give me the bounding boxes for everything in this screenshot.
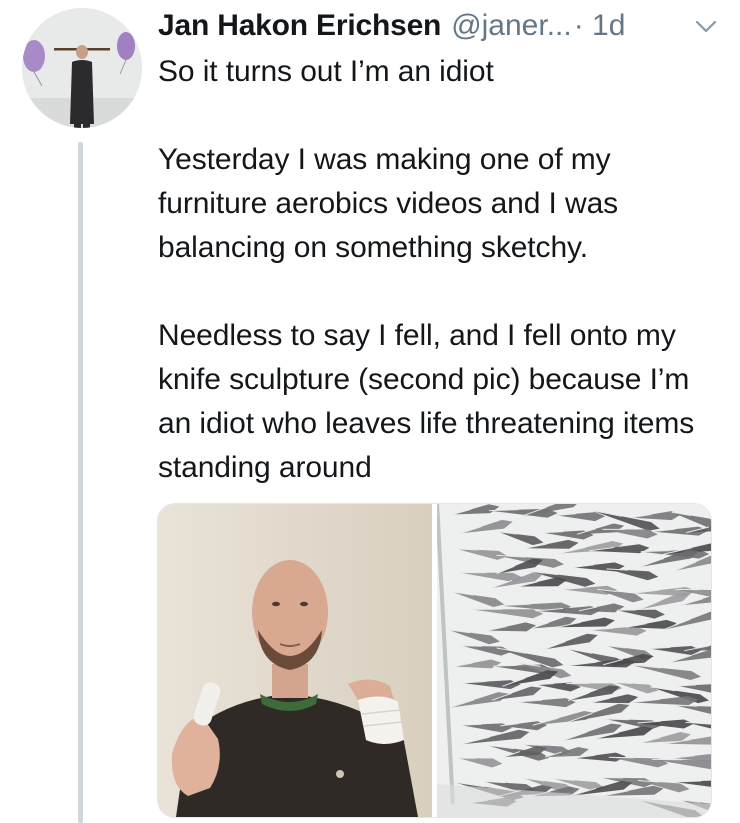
- chevron-down-icon[interactable]: [694, 14, 718, 38]
- man-photo-icon: [158, 504, 432, 817]
- avatar-photo-icon: [22, 8, 142, 128]
- avatar[interactable]: [22, 8, 142, 128]
- media-photo-man-bandaged[interactable]: [158, 504, 432, 817]
- tweet-paragraph: Needless to say I fell, and I fell onto …: [158, 319, 695, 484]
- tweet-text: So it turns out I’m an idiot Yesterday I…: [158, 50, 718, 490]
- tweet-timestamp[interactable]: · 1d: [574, 9, 626, 43]
- knife-sculpture-photo-icon: [437, 504, 711, 817]
- author-display-name[interactable]: Jan Hakon Erichsen: [158, 9, 441, 43]
- author-handle[interactable]: @janer...: [451, 9, 572, 43]
- media-photo-knife-sculpture[interactable]: [437, 504, 711, 817]
- tweet-paragraph: So it turns out I’m an idiot: [158, 55, 494, 88]
- tweet[interactable]: Jan Hakon Erichsen @janer... · 1d So it …: [0, 0, 740, 823]
- tweet-media: [157, 503, 712, 818]
- tweet-paragraph: Yesterday I was making one of my furnitu…: [158, 143, 619, 264]
- thread-line: [78, 142, 83, 823]
- tweet-header: Jan Hakon Erichsen @janer... · 1d: [158, 6, 625, 46]
